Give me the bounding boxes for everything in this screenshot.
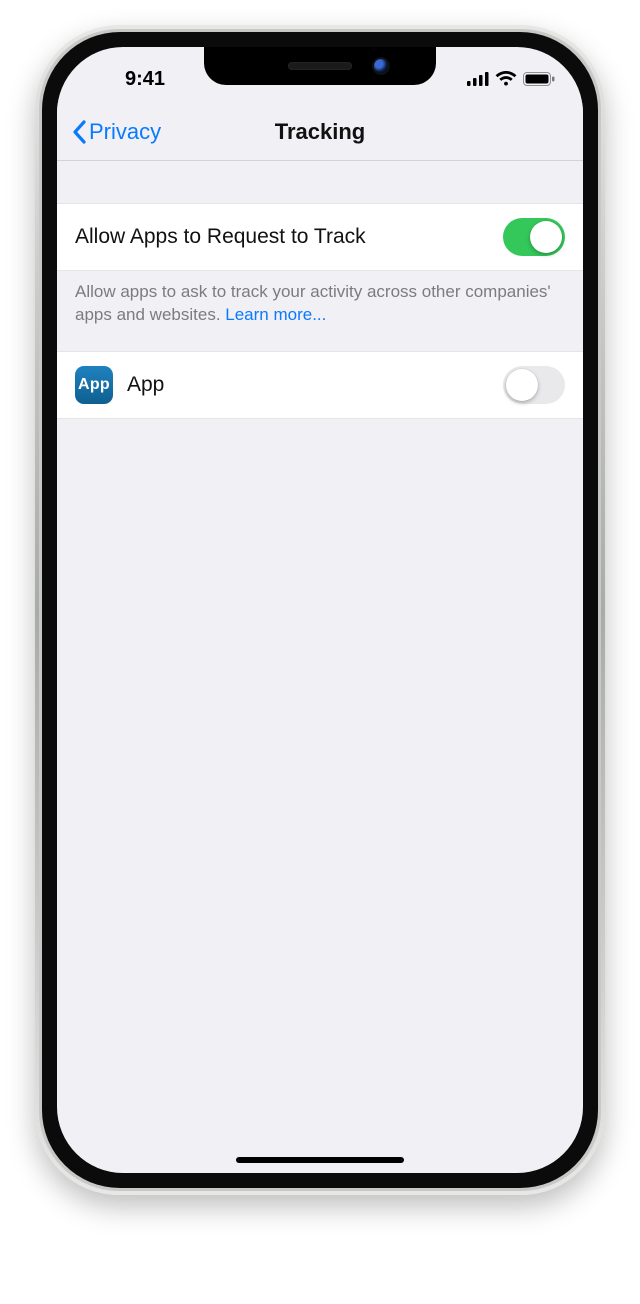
page-title: Tracking <box>275 119 365 145</box>
learn-more-link[interactable]: Learn more... <box>225 305 326 324</box>
home-indicator[interactable] <box>236 1157 404 1163</box>
device-frame: 9:41 <box>35 25 605 1195</box>
allow-apps-request-row: Allow Apps to Request to Track <box>57 203 583 271</box>
cellular-signal-icon <box>467 72 489 86</box>
back-button[interactable]: Privacy <box>65 103 167 160</box>
volume-down-button <box>33 426 39 514</box>
allow-apps-request-toggle[interactable] <box>503 218 565 256</box>
front-camera <box>374 59 388 73</box>
chevron-left-icon <box>71 120 87 144</box>
back-label: Privacy <box>89 119 161 145</box>
notch <box>204 47 436 85</box>
app-tracking-toggle[interactable] <box>503 366 565 404</box>
navigation-bar: Privacy Tracking <box>57 103 583 161</box>
battery-icon <box>523 72 555 86</box>
wifi-icon <box>495 71 517 87</box>
app-tracking-row: App App <box>57 351 583 419</box>
side-power-button <box>601 349 607 481</box>
allow-apps-request-footer: Allow apps to ask to track your activity… <box>57 271 583 351</box>
status-indicators <box>435 71 555 87</box>
earpiece-speaker <box>288 62 352 70</box>
screen: 9:41 <box>57 47 583 1173</box>
volume-up-button <box>33 314 39 402</box>
app-name-label: App <box>127 373 164 397</box>
content: Allow Apps to Request to Track Allow app… <box>57 161 583 1173</box>
app-icon: App <box>75 366 113 404</box>
allow-apps-request-label: Allow Apps to Request to Track <box>75 225 366 249</box>
status-time: 9:41 <box>85 68 205 91</box>
mute-switch <box>34 234 39 280</box>
